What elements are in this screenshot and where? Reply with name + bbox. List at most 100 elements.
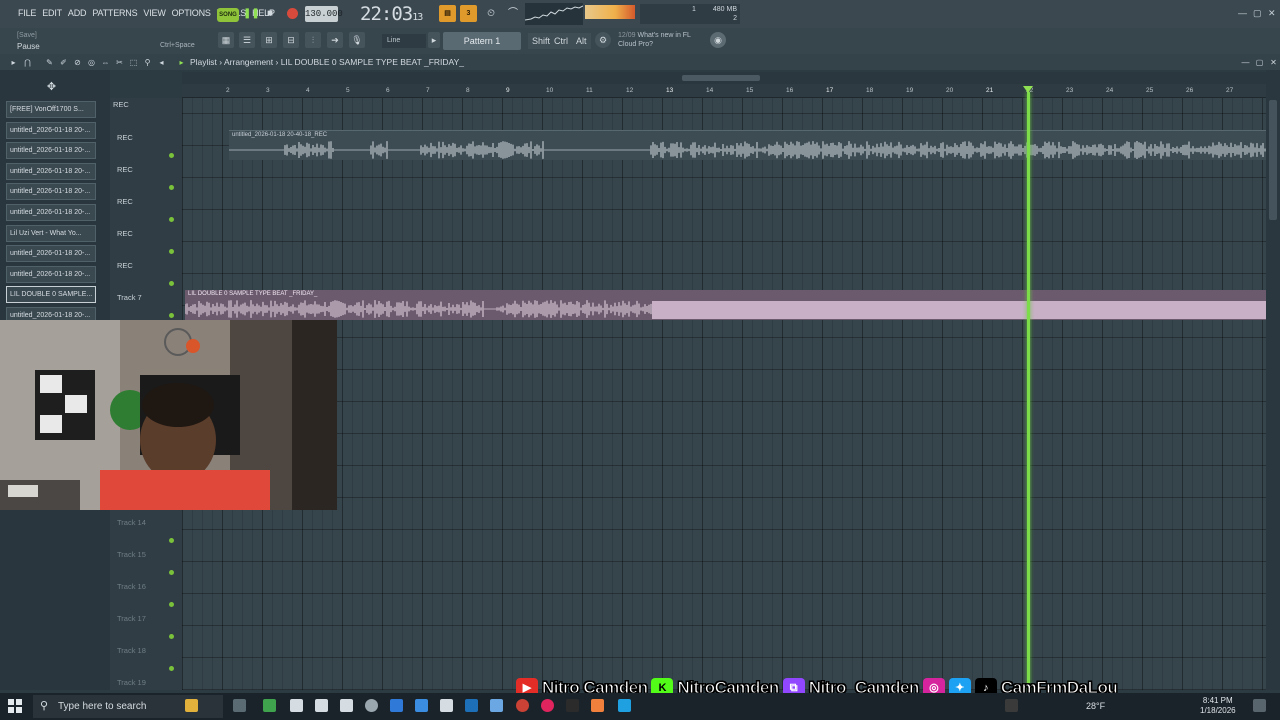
loop-record-icon[interactable]: ⌒ bbox=[506, 7, 520, 21]
slice-tool-icon[interactable]: ✂ bbox=[114, 57, 125, 68]
piano-roll-icon[interactable]: ☰ bbox=[239, 32, 255, 48]
time-ruler[interactable]: 2 3 4 5 6 7 8 9 10 11 12 13 14 15 16 17 18 19 20 21 22 23 24 25… bbox=[182, 84, 1266, 98]
track-enable-led[interactable] bbox=[169, 634, 174, 639]
menu-options[interactable]: OPTIONS bbox=[172, 8, 211, 18]
track-enable-led[interactable] bbox=[169, 281, 174, 286]
track-label[interactable]: Track 7 bbox=[117, 293, 142, 302]
track-label[interactable]: Track 14 bbox=[117, 518, 146, 527]
picker-item[interactable]: untitled_2026-01-18 20-... bbox=[6, 265, 96, 283]
pattern-prev-icon[interactable]: ▸ bbox=[428, 32, 440, 48]
playlist-minimize-icon[interactable]: — bbox=[1240, 57, 1251, 68]
news-gear-icon[interactable]: ⚙ bbox=[595, 32, 611, 48]
playhead[interactable] bbox=[1027, 92, 1030, 690]
file-icon-2[interactable] bbox=[315, 699, 328, 712]
track-enable-led[interactable] bbox=[169, 153, 174, 158]
track-label[interactable]: Track 18 bbox=[117, 646, 146, 655]
playlist-menu-arrow-icon[interactable]: ▸ bbox=[8, 57, 19, 68]
record-button[interactable] bbox=[287, 8, 298, 19]
menu-file[interactable]: FILE bbox=[18, 8, 36, 18]
channel-rack-icon[interactable]: ⊞ bbox=[261, 32, 277, 48]
weather-text[interactable]: 28°F bbox=[1086, 701, 1105, 711]
track-label[interactable]: REC bbox=[117, 229, 133, 238]
online-icon[interactable]: ◉ bbox=[710, 32, 726, 48]
menu-view[interactable]: VIEW bbox=[143, 8, 165, 18]
app-v-icon[interactable] bbox=[415, 699, 428, 712]
close-icon[interactable]: ✕ bbox=[1268, 8, 1276, 19]
master-volume-meter[interactable] bbox=[585, 5, 635, 19]
windows-start-icon[interactable] bbox=[8, 699, 22, 713]
picker-item[interactable]: untitled_2026-01-18 20-... bbox=[6, 245, 96, 263]
snap-selector[interactable]: Line bbox=[382, 34, 426, 48]
tempo-display[interactable]: 130.000 bbox=[305, 6, 343, 22]
picker-item[interactable]: untitled_2026-01-18 20-... bbox=[6, 204, 96, 221]
countdown-icon[interactable]: 3 bbox=[460, 5, 477, 22]
maximize-icon[interactable]: ▢ bbox=[1253, 8, 1262, 19]
playlist-close-icon[interactable]: ✕ bbox=[1268, 57, 1279, 68]
picker-item[interactable]: untitled_2026-01-18 20-... bbox=[6, 121, 96, 139]
overview-bar[interactable] bbox=[182, 72, 1266, 84]
track-label[interactable]: Track 17 bbox=[117, 614, 146, 623]
app-wave-icon[interactable] bbox=[465, 699, 478, 712]
arrangement-grid[interactable] bbox=[182, 98, 1266, 690]
menu-edit[interactable]: EDIT bbox=[42, 8, 62, 18]
task-view-icon[interactable] bbox=[233, 699, 246, 712]
move-icon[interactable]: ✥ bbox=[46, 82, 57, 93]
app-red-icon[interactable] bbox=[516, 699, 529, 712]
app-dark-icon[interactable] bbox=[566, 699, 579, 712]
track-enable-led[interactable] bbox=[169, 570, 174, 575]
track-label[interactable]: REC bbox=[117, 261, 133, 270]
song-time-display[interactable]: 22:0313 bbox=[360, 3, 423, 25]
playhead-marker-icon[interactable] bbox=[1023, 86, 1033, 93]
track-label[interactable]: Track 16 bbox=[117, 582, 146, 591]
app-green-icon[interactable] bbox=[263, 699, 276, 712]
track-enable-led[interactable] bbox=[169, 185, 174, 190]
news-panel[interactable]: 12/09 What's new in FL Cloud Pro? bbox=[618, 31, 691, 49]
vertical-scrollbar[interactable] bbox=[1266, 70, 1280, 690]
picker-item[interactable]: Lil Uzi Vert - What Yo... bbox=[6, 224, 96, 242]
pattern-selector[interactable]: Pattern 1 bbox=[443, 32, 521, 50]
file-icon[interactable] bbox=[290, 699, 303, 712]
slip-tool-icon[interactable]: ⇔ bbox=[100, 57, 111, 68]
app-drive-icon[interactable] bbox=[490, 699, 503, 712]
cortana-icon[interactable] bbox=[185, 699, 198, 712]
audio-clip-rec[interactable]: untitled_2026-01-18 20-40-18_REC bbox=[229, 130, 1266, 160]
notification-icon[interactable] bbox=[1253, 699, 1266, 712]
vertical-scroll-thumb[interactable] bbox=[1269, 100, 1277, 220]
track-label[interactable]: Track 19 bbox=[117, 678, 146, 687]
plugin-picker-icon[interactable]: ⫶ bbox=[305, 32, 321, 48]
app-blue-icon[interactable] bbox=[390, 699, 403, 712]
playlist-view-icon[interactable]: ▦ bbox=[218, 32, 234, 48]
menu-patterns[interactable]: PATTERNS bbox=[92, 8, 137, 18]
wait-input-icon[interactable]: ⏲ bbox=[484, 7, 498, 21]
microphone-icon[interactable]: 🎙 bbox=[349, 32, 365, 48]
song-mode-toggle[interactable]: SONG bbox=[217, 8, 239, 22]
horizontal-scroll-thumb[interactable] bbox=[682, 75, 760, 81]
picker-item[interactable]: untitled_2026-01-18 20-... bbox=[6, 142, 96, 160]
draw-tool-icon[interactable]: ✎ bbox=[44, 57, 55, 68]
ctrl-key[interactable]: Ctrl bbox=[550, 33, 572, 49]
mute-tool-icon[interactable]: ◎ bbox=[86, 57, 97, 68]
file-icon-4[interactable] bbox=[440, 699, 453, 712]
fl-studio-icon[interactable] bbox=[591, 699, 604, 712]
menu-add[interactable]: ADD bbox=[68, 8, 87, 18]
picker-item[interactable]: LIL DOUBLE 0 SAMPLE... bbox=[6, 286, 96, 304]
track-label[interactable]: REC bbox=[117, 197, 133, 206]
track-label[interactable]: REC bbox=[117, 133, 133, 142]
magnet-icon[interactable]: ⋂ bbox=[22, 57, 33, 68]
track-enable-led[interactable] bbox=[169, 666, 174, 671]
track-enable-led[interactable] bbox=[169, 602, 174, 607]
zoom-tool-icon[interactable]: ⚲ bbox=[142, 57, 153, 68]
taskbar-clock[interactable]: 8:41 PM 1/18/2026 bbox=[1200, 696, 1236, 716]
track-enable-led[interactable] bbox=[169, 313, 174, 318]
stop-icon[interactable]: ■ bbox=[263, 7, 277, 21]
pause-icon[interactable]: ❚❚ bbox=[243, 7, 260, 21]
mixer-icon[interactable]: ⊟ bbox=[283, 32, 299, 48]
picker-item[interactable]: untitled_2026-01-18 20-... bbox=[6, 162, 96, 180]
picker-item[interactable]: untitled_2026-01-18 20-... bbox=[6, 183, 96, 201]
track-label[interactable]: Track 15 bbox=[117, 550, 146, 559]
track-enable-led[interactable] bbox=[169, 249, 174, 254]
obs-icon[interactable] bbox=[365, 699, 378, 712]
file-icon-3[interactable] bbox=[340, 699, 353, 712]
playlist-maximize-icon[interactable]: ▢ bbox=[1254, 57, 1265, 68]
track-label[interactable]: REC bbox=[117, 165, 133, 174]
